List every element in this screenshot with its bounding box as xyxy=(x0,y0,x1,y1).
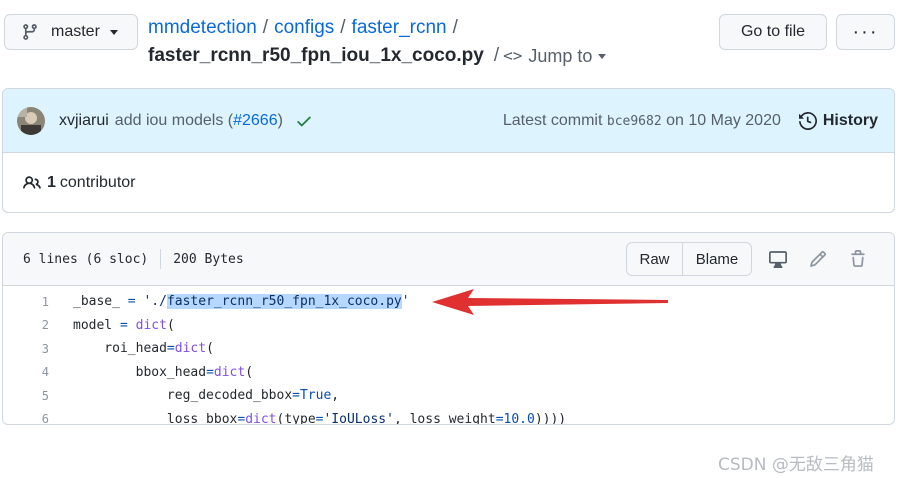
breadcrumb-separator: / xyxy=(262,17,269,38)
commit-message[interactable]: add iou models (#2666) xyxy=(115,112,283,130)
divider xyxy=(160,249,162,269)
commit-author[interactable]: xvjiarui xyxy=(59,112,109,130)
breadcrumb-separator: / xyxy=(493,45,500,66)
commit-header: xvjiarui add iou models (#2666) Latest c… xyxy=(3,89,894,153)
latest-commit-box: xvjiarui add iou models (#2666) Latest c… xyxy=(2,88,895,213)
line-number[interactable]: 2 xyxy=(3,318,59,332)
line-number[interactable]: 4 xyxy=(3,365,59,379)
file-viewer: 6 lines (6 sloc) 200 Bytes Raw Blame 1 _… xyxy=(2,232,895,425)
latest-commit-label: Latest commit xyxy=(502,111,603,129)
line-number[interactable]: 5 xyxy=(3,389,59,403)
code-line-3: roi_head=dict( xyxy=(73,341,214,357)
file-actions-group: Raw Blame xyxy=(626,242,752,276)
line-number[interactable]: 3 xyxy=(3,342,59,356)
chevron-down-icon xyxy=(598,53,607,59)
jump-to-label: Jump to xyxy=(528,46,593,66)
history-icon xyxy=(798,111,817,130)
blame-button[interactable]: Blame xyxy=(683,243,751,275)
chevron-down-icon xyxy=(109,29,118,35)
code-line-4: bbox_head=dict( xyxy=(73,364,254,380)
pencil-icon[interactable] xyxy=(798,250,838,268)
line-number[interactable]: 1 xyxy=(3,295,59,309)
breadcrumb-faster-rcnn-link[interactable]: faster_rcnn xyxy=(352,17,447,38)
branch-selector[interactable]: master xyxy=(4,14,138,50)
people-icon xyxy=(23,176,41,189)
more-options-button[interactable]: ··· xyxy=(836,14,895,50)
history-label: History xyxy=(822,111,878,129)
contributors-row[interactable]: 1 contributor xyxy=(3,153,894,212)
breadcrumb-separator: / xyxy=(452,17,458,38)
raw-button[interactable]: Raw xyxy=(627,243,683,275)
commit-message-end: ) xyxy=(277,111,283,129)
file-path: faster_rcnn_r50_fpn_iou_1x_coco.py / <> … xyxy=(148,44,607,68)
line-number[interactable]: 6 xyxy=(3,412,59,424)
file-line-info: 6 lines (6 sloc) xyxy=(23,251,149,267)
avatar[interactable] xyxy=(17,106,45,135)
commit-sha[interactable]: bce9682 xyxy=(607,114,662,129)
watermark: CSDN @无敌三角猫 xyxy=(718,455,874,475)
code-line: 6 loss_bbox=dict(type='IoULoss', loss_we… xyxy=(3,408,894,425)
contributor-label: contributor xyxy=(59,174,136,191)
breadcrumb-separator: / xyxy=(340,17,346,38)
code-line: 3 roi_head=dict( xyxy=(3,337,894,361)
code-line-1: _base_ = './faster_rcnn_r50_fpn_1x_coco.… xyxy=(73,294,410,310)
commit-date: on 10 May 2020 xyxy=(666,111,781,129)
breadcrumb: mmdetection / configs / faster_rcnn / xyxy=(148,16,464,40)
file-header: 6 lines (6 sloc) 200 Bytes Raw Blame xyxy=(3,233,894,286)
desktop-icon[interactable] xyxy=(758,250,798,268)
history-link[interactable]: History xyxy=(798,111,878,130)
code-line-6: loss_bbox=dict(type='IoULoss', loss_weig… xyxy=(73,411,567,425)
file-size: 200 Bytes xyxy=(173,251,244,267)
jump-to-dropdown[interactable]: <> Jump to xyxy=(503,44,607,68)
breadcrumb-configs-link[interactable]: configs xyxy=(274,17,334,38)
code-line: 5 reg_decoded_bbox=True, xyxy=(3,384,894,408)
branch-label: master xyxy=(51,23,100,40)
file-name: faster_rcnn_r50_fpn_iou_1x_coco.py xyxy=(148,45,484,66)
code-icon: <> xyxy=(503,46,523,65)
breadcrumb-repo-link[interactable]: mmdetection xyxy=(148,17,257,38)
code-line: 4 bbox_head=dict( xyxy=(3,361,894,385)
git-branch-icon xyxy=(23,24,37,40)
code-line-5: reg_decoded_bbox=True, xyxy=(73,388,340,404)
go-to-file-button[interactable]: Go to file xyxy=(719,14,827,50)
contributor-count: 1 xyxy=(47,174,56,191)
commit-message-text: add iou models ( xyxy=(114,111,234,129)
pr-link[interactable]: #2666 xyxy=(233,112,278,129)
latest-commit-info: Latest commit bce9682 on 10 May 2020 xyxy=(503,112,781,130)
trash-icon[interactable] xyxy=(838,250,878,268)
code-line-2: model = dict( xyxy=(73,317,175,333)
annotation-arrow xyxy=(432,289,668,315)
check-icon[interactable] xyxy=(295,112,313,130)
